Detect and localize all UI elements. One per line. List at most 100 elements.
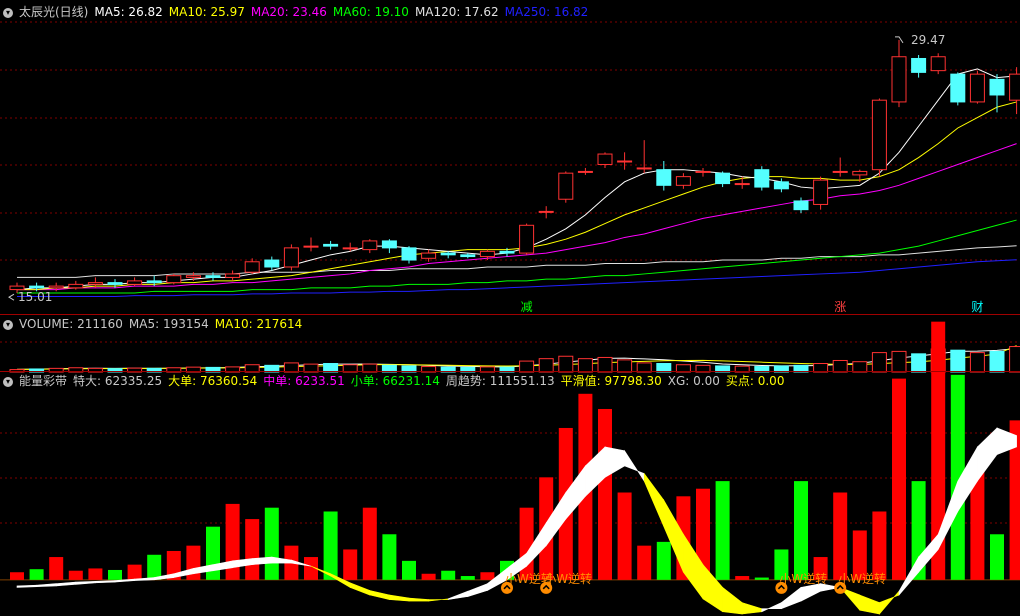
volume-legend-item-0: VOLUME: 211160 [19, 317, 123, 331]
volume-bar-29 [577, 358, 593, 373]
energy-bar-4 [88, 568, 103, 580]
candle-16 [323, 240, 339, 250]
candle-body-36 [715, 172, 731, 185]
candle-body-0 [9, 285, 25, 291]
candle-body-29 [577, 170, 593, 173]
candle-18 [362, 239, 378, 254]
candle-36 [715, 171, 731, 188]
low-price-pointer [8, 293, 15, 301]
candle-body-27 [538, 210, 554, 213]
candle-31 [617, 152, 633, 170]
candle-6 [127, 277, 143, 287]
event-marker-0[interactable]: 减 [519, 300, 535, 314]
energy-bar-0 [10, 572, 24, 580]
energy-bar-7 [147, 554, 162, 580]
energy-bar-10 [206, 526, 220, 580]
ribbon-segment-36 [722, 586, 743, 615]
ribbon-segment-23 [467, 583, 488, 597]
energy-legend-item-4: 小单: 66231.14 [350, 374, 440, 388]
volume-bar-49 [969, 352, 985, 373]
collapse-icon[interactable]: ▾ [3, 319, 13, 330]
ribbon-segment-43 [859, 594, 880, 615]
candle-body-8 [166, 275, 182, 284]
ribbon-segment-18 [369, 590, 390, 600]
price-legend-item-2: MA10: 25.97 [168, 5, 245, 19]
energy-legend-item-0: 能量彩带 [19, 374, 68, 388]
candle-body-22 [440, 252, 456, 256]
candle-body-6 [127, 280, 143, 285]
energy-bar-13 [264, 507, 279, 580]
price-legend-item-5: MA120: 17.62 [414, 5, 499, 19]
energy-bar-17 [343, 549, 358, 580]
energy-legend-item-6: 平滑值: 97798.30 [560, 374, 662, 388]
collapse-icon[interactable]: ▾ [3, 7, 13, 18]
energy-bar-37 [735, 576, 750, 580]
energy-bar-19 [382, 534, 397, 580]
signal-label-3: 小W逆转 [838, 571, 887, 586]
candle-body-12 [244, 261, 260, 273]
ribbon-segment-49 [977, 427, 998, 483]
candle-41 [813, 176, 829, 210]
candle-body-50 [989, 78, 1005, 96]
energy-bar-32 [637, 545, 652, 580]
candle-29 [577, 167, 593, 175]
energy-bar-42 [833, 492, 848, 580]
candle-body-34 [675, 176, 691, 186]
candle-48 [950, 72, 966, 106]
candle-32 [636, 140, 652, 174]
candle-body-28 [558, 172, 574, 200]
energy-bar-23 [460, 576, 475, 580]
ribbon-segment-31 [624, 449, 645, 483]
candle-8 [166, 273, 182, 285]
event-marker-2[interactable]: 财 [969, 300, 985, 314]
candle-body-2 [48, 285, 64, 289]
candle-body-23 [460, 254, 476, 258]
candle-body-4 [87, 282, 103, 285]
candle-49 [969, 70, 985, 104]
ribbon-segment-21 [428, 598, 449, 602]
energy-bar-3 [68, 570, 83, 580]
candle-50 [989, 74, 1005, 113]
ribbon-segment-0 [16, 584, 37, 588]
volume-legend-item-1: MA5: 193154 [128, 317, 209, 331]
candle-body-9 [185, 275, 201, 278]
candle-34 [675, 173, 691, 189]
chart-canvas: 29.47 15.01 [0, 21, 1020, 615]
price-labels: 29.47 15.01 [8, 33, 945, 304]
volume-bar-44 [871, 352, 887, 373]
candle-45 [891, 39, 907, 108]
candle-body-45 [891, 56, 907, 103]
candle-27 [538, 206, 554, 219]
ribbon-segment-22 [447, 590, 469, 600]
ma10-line [17, 101, 1017, 291]
candle-body-49 [969, 73, 985, 103]
ribbon-segment-1 [36, 583, 57, 587]
candle-12 [244, 258, 260, 274]
volume-bar-28 [558, 355, 574, 373]
candle-body-24 [479, 250, 495, 258]
ribbon-segment-44 [879, 590, 900, 615]
energy-bar-12 [245, 519, 260, 580]
volume-bar-27 [538, 358, 554, 373]
candle-body-51 [1009, 73, 1020, 101]
candle-body-46 [911, 57, 927, 73]
candle-44 [871, 98, 887, 177]
ribbon-segment-40 [800, 583, 821, 602]
energy-legend-item-1: 特大: 62335.25 [73, 374, 163, 388]
event-marker-1[interactable]: 涨 [832, 300, 848, 314]
energy-legend: ▾ 能量彩带 特大: 62335.25 大单: 76360.54 中单: 6233.51… [0, 372, 790, 390]
energy-bar-31 [617, 492, 632, 580]
candle-body-40 [793, 200, 809, 211]
energy-bar-16 [323, 511, 338, 580]
volume-legend-item-2: MA10: 217614 [214, 317, 303, 331]
ribbon-segment-17 [349, 582, 371, 596]
candle-body-47 [930, 56, 946, 72]
energy-legend-item-5: 周趋势: 111551.13 [445, 374, 555, 388]
low-price-label: 15.01 [18, 290, 52, 304]
collapse-icon[interactable]: ▾ [3, 376, 13, 387]
candle-body-43 [852, 170, 868, 176]
energy-bar-18 [362, 507, 377, 580]
candle-38 [754, 166, 770, 191]
candle-body-1 [29, 285, 45, 289]
energy-legend-item-3: 中单: 6233.51 [263, 374, 345, 388]
